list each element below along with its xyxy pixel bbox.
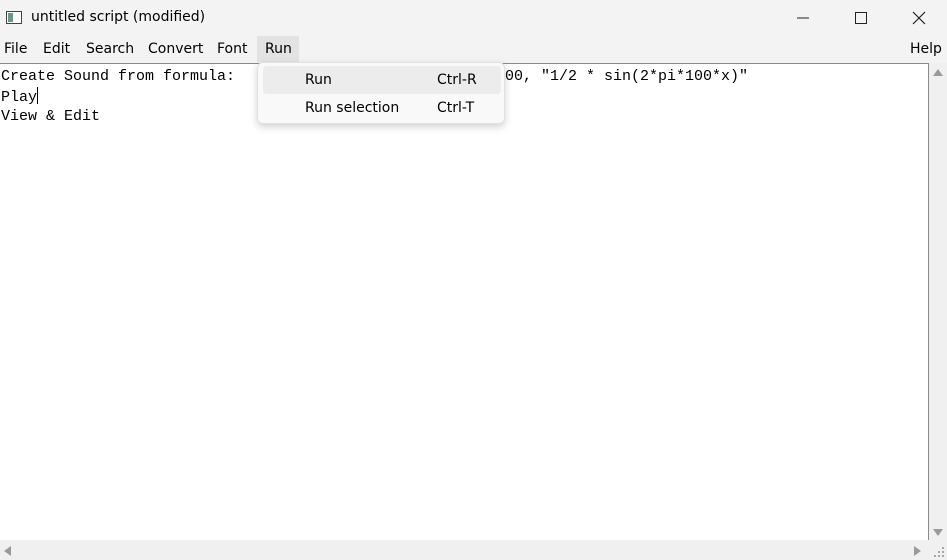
scroll-left-icon[interactable] (4, 546, 11, 556)
scroll-right-icon[interactable] (914, 546, 921, 556)
maximize-button[interactable] (832, 0, 890, 36)
maximize-icon (855, 12, 867, 24)
resize-grip-icon[interactable] (933, 546, 945, 558)
menu-font[interactable]: Font (213, 36, 251, 62)
menu-item-run[interactable]: Run Ctrl-R (263, 66, 501, 94)
title-bar[interactable]: untitled script (modified) (0, 0, 947, 36)
vertical-scrollbar[interactable] (929, 63, 947, 540)
menu-convert[interactable]: Convert (144, 36, 207, 62)
menu-item-run-label: Run (305, 72, 332, 88)
minimize-button[interactable] (774, 0, 832, 36)
praat-script-icon (6, 11, 22, 24)
menu-edit[interactable]: Edit (39, 36, 74, 62)
menu-help[interactable]: Help (906, 36, 946, 62)
close-button[interactable] (890, 0, 947, 36)
menu-item-run-selection[interactable]: Run selection Ctrl-T (263, 94, 501, 122)
code-line-2: Play (1, 87, 39, 108)
code-line-1: Create Sound from formula: (1, 68, 236, 85)
code-line-3: View & Edit (1, 108, 101, 125)
menu-item-run-shortcut: Ctrl-R (437, 72, 477, 88)
horizontal-scrollbar[interactable] (0, 540, 947, 560)
menu-item-run-selection-label: Run selection (305, 100, 400, 116)
menu-search[interactable]: Search (82, 36, 138, 62)
window-title: untitled script (modified) (31, 9, 206, 25)
close-icon (912, 11, 926, 25)
menu-file[interactable]: File (0, 36, 31, 62)
menu-run[interactable]: Run (257, 36, 299, 62)
menu-bar: File Edit Search Convert Font Run Help (0, 36, 947, 63)
scroll-down-icon[interactable] (933, 529, 943, 536)
text-caret (37, 87, 39, 104)
code-line-1-tail: 00, "1/2 * sin(2*pi*100*x)" (505, 68, 749, 85)
menu-item-run-selection-shortcut: Ctrl-T (437, 100, 475, 116)
scroll-up-icon[interactable] (933, 69, 943, 76)
minimize-icon (797, 17, 809, 19)
script-editor[interactable]: Create Sound from formula: 00, "1/2 * si… (0, 63, 929, 540)
code-line-2-text: Play (1, 89, 38, 106)
run-menu-dropdown: Run Ctrl-R Run selection Ctrl-T (257, 62, 505, 124)
